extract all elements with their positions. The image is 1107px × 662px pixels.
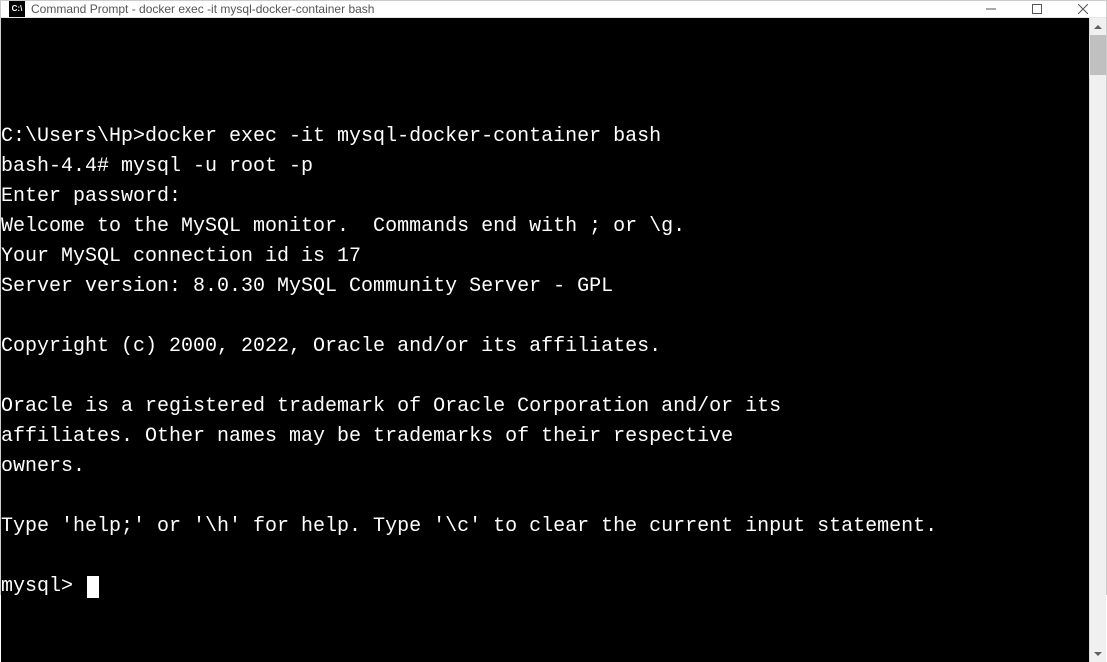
terminal-line: Server version: 8.0.30 MySQL Community S…: [1, 275, 613, 298]
app-icon: C:\: [9, 1, 25, 17]
terminal-area: C:\Users\Hp>docker exec -it mysql-docker…: [1, 18, 1106, 662]
close-icon: [1078, 4, 1088, 14]
window-title: Command Prompt - docker exec -it mysql-d…: [31, 2, 968, 16]
scrollbar-up-arrow[interactable]: [1090, 18, 1106, 35]
terminal-line: Type 'help;' or '\h' for help. Type '\c'…: [1, 515, 937, 538]
minimize-button[interactable]: [968, 1, 1014, 17]
terminal-line: owners.: [1, 455, 85, 478]
terminal[interactable]: C:\Users\Hp>docker exec -it mysql-docker…: [1, 18, 1089, 662]
terminal-line: Oracle is a registered trademark of Orac…: [1, 395, 781, 418]
terminal-line: C:\Users\Hp>docker exec -it mysql-docker…: [1, 125, 661, 148]
scrollbar-thumb[interactable]: [1090, 35, 1106, 75]
titlebar[interactable]: C:\ Command Prompt - docker exec -it mys…: [1, 1, 1106, 18]
maximize-button[interactable]: [1014, 1, 1060, 17]
scrollbar-track[interactable]: [1090, 35, 1106, 645]
terminal-line: Copyright (c) 2000, 2022, Oracle and/or …: [1, 335, 661, 358]
minimize-icon: [986, 4, 996, 14]
scrollbar-down-arrow[interactable]: [1090, 645, 1106, 662]
command-prompt-window: C:\ Command Prompt - docker exec -it mys…: [0, 0, 1107, 595]
terminal-line: Welcome to the MySQL monitor. Commands e…: [1, 215, 685, 238]
chevron-up-icon: [1094, 25, 1102, 29]
terminal-content: C:\Users\Hp>docker exec -it mysql-docker…: [1, 78, 1089, 602]
scrollbar[interactable]: [1089, 18, 1106, 662]
chevron-down-icon: [1094, 652, 1102, 656]
terminal-line: Enter password:: [1, 185, 181, 208]
terminal-line: Your MySQL connection id is 17: [1, 245, 361, 268]
terminal-line: bash-4.4# mysql -u root -p: [1, 155, 313, 178]
close-button[interactable]: [1060, 1, 1106, 17]
maximize-icon: [1032, 4, 1042, 14]
window-controls: [968, 1, 1106, 17]
terminal-line: affiliates. Other names may be trademark…: [1, 425, 733, 448]
